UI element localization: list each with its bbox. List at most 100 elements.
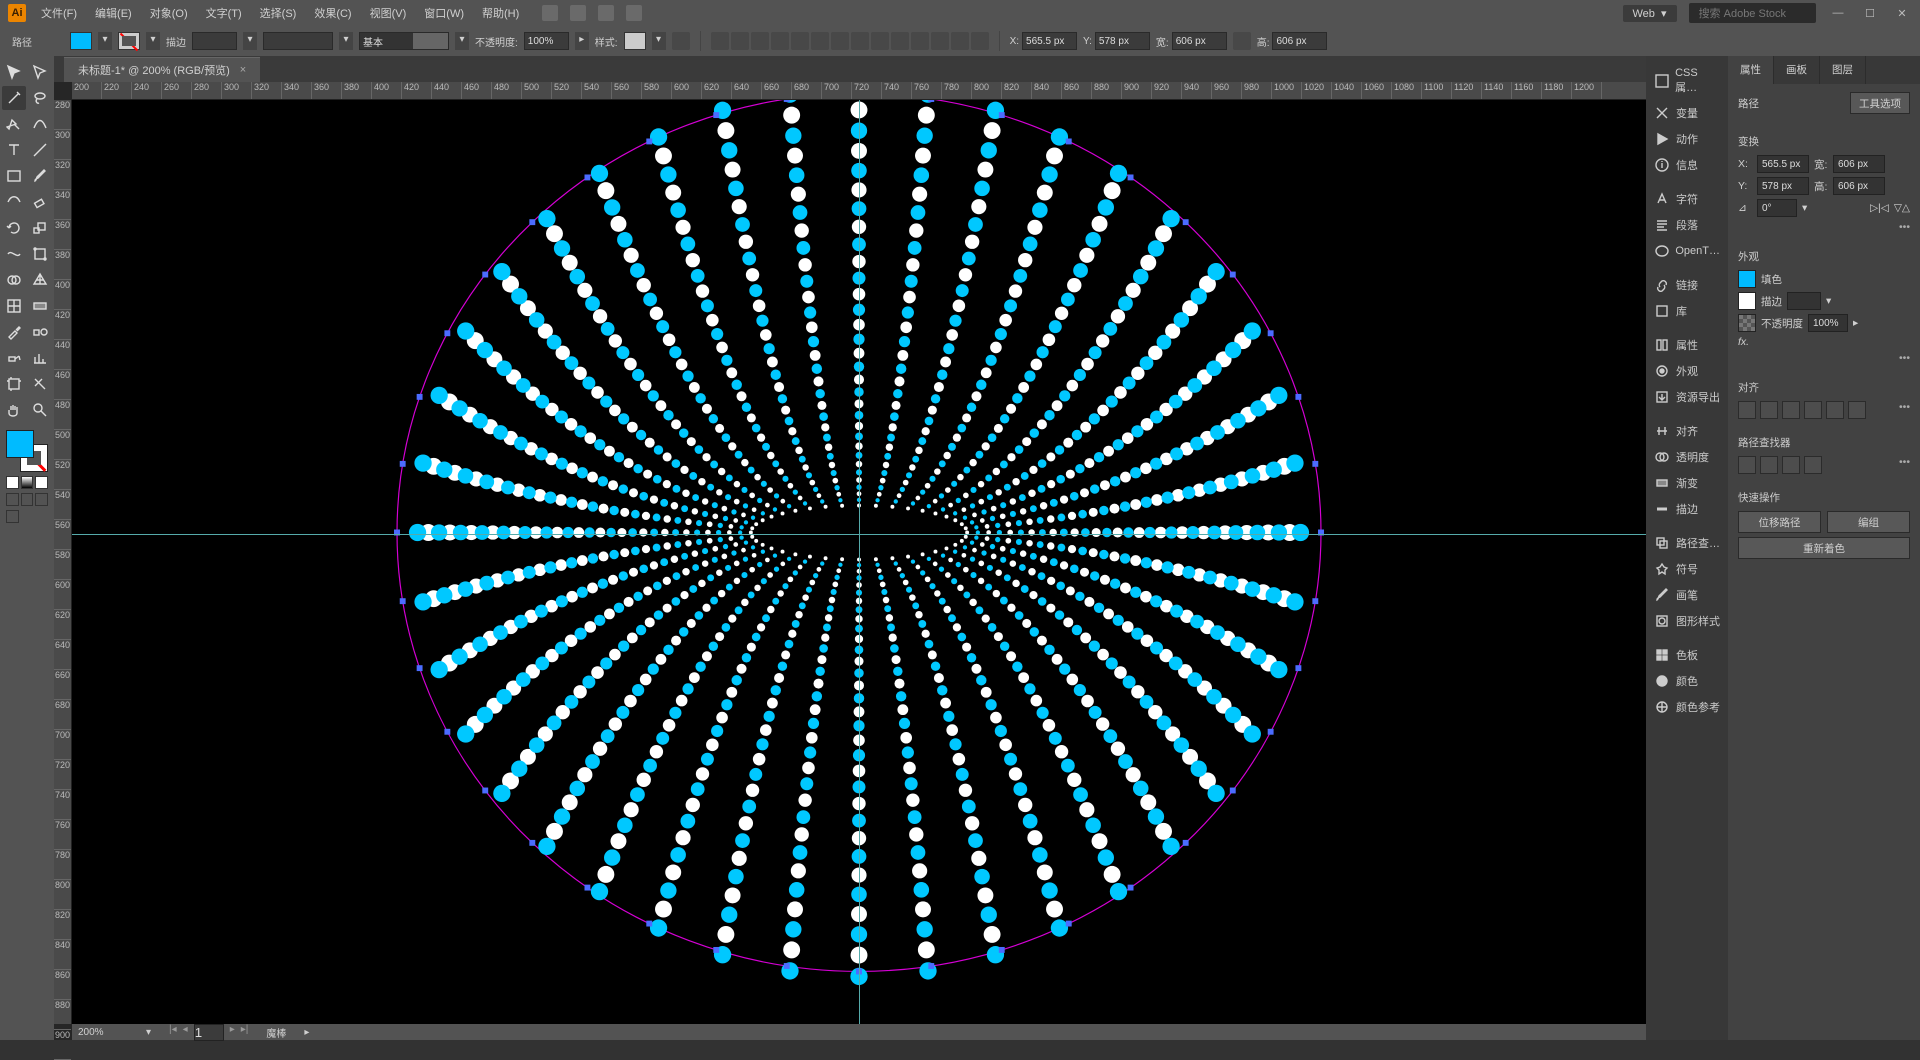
pen-tool[interactable]: [2, 112, 26, 136]
props-x[interactable]: [1757, 155, 1809, 173]
dist-sp-icon[interactable]: [951, 32, 969, 50]
align-bottom-icon[interactable]: [811, 32, 829, 50]
w-input[interactable]: [1172, 32, 1227, 50]
hand-tool[interactable]: [2, 398, 26, 422]
blend-tool[interactable]: [28, 320, 52, 344]
al-m-icon[interactable]: [1826, 401, 1844, 419]
draw-behind-icon[interactable]: [21, 493, 34, 506]
draw-normal-icon[interactable]: [6, 493, 19, 506]
panel-transparency[interactable]: 透明度: [1646, 444, 1728, 470]
panel-properties[interactable]: 属性: [1646, 332, 1728, 358]
dist-v-icon[interactable]: [851, 32, 869, 50]
menu-type[interactable]: 文字(T): [201, 3, 247, 23]
menu-edit[interactable]: 编辑(E): [90, 3, 137, 23]
stroke-weight[interactable]: [192, 32, 237, 50]
pf-unite-icon[interactable]: [1738, 456, 1756, 474]
group-button[interactable]: 编组: [1827, 511, 1910, 533]
panel-character[interactable]: 字符: [1646, 186, 1728, 212]
recolor-button[interactable]: 重新着色: [1738, 537, 1910, 559]
var-width[interactable]: [263, 32, 333, 50]
stock-icon[interactable]: [570, 5, 586, 21]
panel-brushes[interactable]: 画笔: [1646, 582, 1728, 608]
panel-graphic-styles[interactable]: 图形样式: [1646, 608, 1728, 634]
recolor-icon[interactable]: [672, 32, 690, 50]
panel-actions[interactable]: 动作: [1646, 126, 1728, 152]
gradient-tool[interactable]: [28, 294, 52, 318]
slice-tool[interactable]: [28, 372, 52, 396]
canvas[interactable]: [72, 100, 1646, 1024]
y-input[interactable]: [1095, 32, 1150, 50]
panel-paragraph[interactable]: 段落: [1646, 212, 1728, 238]
panel-stroke[interactable]: 描边: [1646, 496, 1728, 522]
brush-profile[interactable]: [359, 32, 449, 50]
graphic-style[interactable]: [624, 32, 646, 50]
menu-effect[interactable]: 效果(C): [309, 3, 356, 23]
direct-selection-tool[interactable]: [28, 60, 52, 84]
stroke-weight-drop[interactable]: ▾: [243, 32, 257, 50]
pf-exclude-icon[interactable]: [1804, 456, 1822, 474]
zoom-level[interactable]: 200%: [78, 1027, 128, 1038]
panel-color-guide[interactable]: 颜色参考: [1646, 694, 1728, 720]
stroke-color-swatch[interactable]: [1738, 292, 1756, 310]
al-t-icon[interactable]: [1804, 401, 1822, 419]
stroke-w[interactable]: [1787, 292, 1821, 310]
menu-view[interactable]: 视图(V): [365, 3, 412, 23]
al-l-icon[interactable]: [1738, 401, 1756, 419]
bridge-icon[interactable]: [542, 5, 558, 21]
props-h[interactable]: [1833, 177, 1885, 195]
link-wh-icon[interactable]: [1233, 32, 1251, 50]
shaper-tool[interactable]: [2, 190, 26, 214]
document-tab[interactable]: 未标题-1* @ 200% (RGB/预览) ×: [64, 57, 260, 82]
panel-align[interactable]: 对齐: [1646, 418, 1728, 444]
panel-menu-icon-4[interactable]: •••: [1899, 456, 1910, 474]
opacity-input[interactable]: [524, 32, 569, 50]
artboard-tool[interactable]: [2, 372, 26, 396]
props-w[interactable]: [1833, 155, 1885, 173]
guide-vertical[interactable]: [859, 100, 860, 1024]
artboard-nav[interactable]: |◂◂▸▸|: [169, 1024, 248, 1041]
gradient-mode-icon[interactable]: [21, 476, 34, 489]
panel-menu-icon[interactable]: •••: [1738, 221, 1910, 233]
minimize-button[interactable]: —: [1828, 7, 1848, 19]
align-hcenter-icon[interactable]: [731, 32, 749, 50]
al-c-icon[interactable]: [1760, 401, 1778, 419]
maximize-button[interactable]: ☐: [1860, 7, 1880, 20]
rectangle-tool[interactable]: [2, 164, 26, 188]
flip-v-icon[interactable]: ▽△: [1894, 202, 1910, 214]
zoom-tool[interactable]: [28, 398, 52, 422]
pf-minus-icon[interactable]: [1760, 456, 1778, 474]
ruler-horizontal[interactable]: 2002202402602803003203403603804004204404…: [72, 82, 1646, 100]
lasso-tool[interactable]: [28, 86, 52, 110]
opacity-swatch[interactable]: [1738, 314, 1756, 332]
style-drop[interactable]: ▾: [652, 32, 666, 50]
align-right-icon[interactable]: [751, 32, 769, 50]
brush-drop[interactable]: ▾: [455, 32, 469, 50]
free-transform-tool[interactable]: [28, 242, 52, 266]
stroke-dropdown[interactable]: ▾: [146, 32, 160, 50]
panel-menu-icon-3[interactable]: •••: [1899, 401, 1910, 419]
fill-color-swatch[interactable]: [1738, 270, 1756, 288]
panel-css[interactable]: CSS 属…: [1646, 62, 1728, 100]
panel-color[interactable]: 颜色: [1646, 668, 1728, 694]
menu-select[interactable]: 选择(S): [255, 3, 302, 23]
perspective-tool[interactable]: [28, 268, 52, 292]
width-tool[interactable]: [2, 242, 26, 266]
align-vcenter-icon[interactable]: [791, 32, 809, 50]
paintbrush-tool[interactable]: [28, 164, 52, 188]
al-b-icon[interactable]: [1848, 401, 1866, 419]
stroke-swatch[interactable]: [118, 32, 140, 50]
mesh-tool[interactable]: [2, 294, 26, 318]
magic-wand-tool[interactable]: [2, 86, 26, 110]
symbol-sprayer-tool[interactable]: [2, 346, 26, 370]
tab-artboards[interactable]: 画板: [1774, 56, 1820, 84]
dist-h3-icon[interactable]: [911, 32, 929, 50]
workspace-selector[interactable]: Web ▾: [1623, 5, 1677, 22]
dist-v2-icon[interactable]: [891, 32, 909, 50]
curvature-tool[interactable]: [28, 112, 52, 136]
dist-v3-icon[interactable]: [931, 32, 949, 50]
panel-pathfinder[interactable]: 路径查…: [1646, 530, 1728, 556]
fill-swatch[interactable]: [70, 32, 92, 50]
draw-inside-icon[interactable]: [35, 493, 48, 506]
selection-tool[interactable]: [2, 60, 26, 84]
h-input[interactable]: [1272, 32, 1327, 50]
